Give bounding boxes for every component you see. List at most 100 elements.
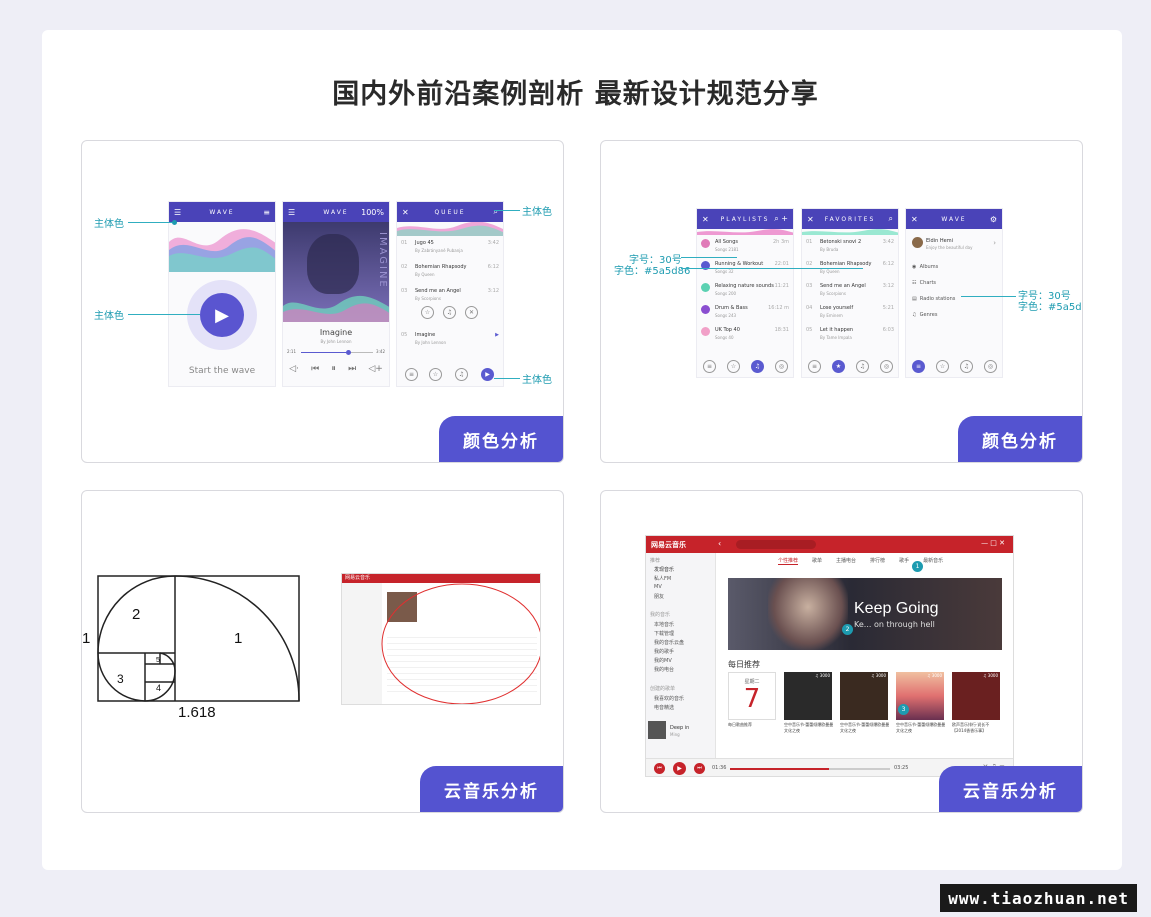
music-analysis-button[interactable]: 云音乐分析: [939, 766, 1082, 812]
sidebar-item-cloud[interactable]: 我的音乐云盘: [654, 639, 684, 646]
sidebar-item-fm[interactable]: 私人FM: [654, 575, 671, 582]
playlist-item[interactable]: UK Top 40 Songs 40 18:31: [701, 325, 789, 343]
card-label: 空中音乐节·蕾蕾倾爆欧曼曼文化之夜: [784, 722, 834, 733]
avatar[interactable]: [912, 237, 923, 248]
annotation-line: [961, 296, 1016, 297]
music-icon[interactable]: ♫: [960, 360, 973, 373]
sidebar-item-local[interactable]: 本地音乐: [654, 621, 674, 628]
menu-radio-stations[interactable]: ▤ Radio stations: [912, 296, 955, 302]
card-color-analysis-1[interactable]: ☰ WAVE ≡ ▶ Start the wave ☰ WAVE 100% IMAGIN…: [81, 140, 564, 463]
volume-icon[interactable]: ◁·: [289, 364, 299, 374]
daily-card[interactable]: 星期二 7: [728, 672, 776, 720]
playlist-item[interactable]: Drum & Bass Songs 243 16:12 m: [701, 303, 789, 321]
star-icon[interactable]: ☆: [727, 360, 740, 373]
prev-button[interactable]: ⏮: [654, 763, 665, 774]
sidebar-item-liked[interactable]: 我喜欢的音乐: [654, 695, 684, 702]
sidebar-item-mv[interactable]: MV: [654, 584, 662, 590]
menu-albums[interactable]: ◉ Albums: [912, 264, 938, 270]
sidebar-item-artists[interactable]: 我的歌手: [654, 648, 674, 655]
queue-item[interactable]: 01 Jugo 45 By Zabrányané Pubanja 3:42: [401, 238, 499, 256]
prev-icon[interactable]: ⏮: [311, 364, 319, 374]
tab-recommended[interactable]: 个性推荐: [778, 557, 799, 565]
list-icon[interactable]: ≡: [703, 360, 716, 373]
list-icon[interactable]: ≡: [912, 360, 925, 373]
list-icon[interactable]: ≡: [405, 368, 418, 381]
next-button[interactable]: ⏭: [694, 763, 705, 774]
playlist-card[interactable]: ♫ 3000: [840, 672, 888, 720]
progress-track[interactable]: [301, 350, 373, 355]
volume-up-icon[interactable]: ◁+: [368, 364, 382, 374]
chart-icon: ☷: [912, 280, 917, 286]
music-analysis-button[interactable]: 云音乐分析: [420, 766, 563, 812]
radio-icon[interactable]: ◎: [984, 360, 997, 373]
play-icon[interactable]: ▶: [481, 368, 494, 381]
music-icon[interactable]: ♫: [856, 360, 869, 373]
annotation-primary-color: 主体色: [522, 375, 552, 386]
fib-label: 5: [156, 657, 160, 664]
menu-genres[interactable]: ♫ Genres: [912, 312, 937, 318]
card-label: 空中音乐节·蕾蕾倾爆欧曼曼文化之夜: [896, 722, 946, 733]
card-color-analysis-2[interactable]: ✕ PLAYLISTS ⌕ + All Songs Songs 2181 2h 3m R…: [600, 140, 1083, 463]
sidebar-item-downloads[interactable]: 下载管理: [654, 630, 674, 637]
chevron-right-icon[interactable]: ›: [993, 239, 996, 247]
tab-playlists[interactable]: 歌单: [812, 557, 822, 565]
menu-charts[interactable]: ☷ Charts: [912, 280, 936, 286]
phone-header: ✕ QUEUE ⌕: [397, 202, 503, 222]
daily-date: 7: [743, 684, 761, 714]
progress-track[interactable]: [730, 768, 890, 770]
tab-new-music[interactable]: 最新音乐: [923, 557, 943, 565]
time-start: 2:11: [287, 349, 296, 354]
close-icon[interactable]: ✕: [465, 306, 478, 319]
music-icon[interactable]: ♫: [751, 360, 764, 373]
back-icon[interactable]: ‹: [718, 539, 721, 548]
brand-logo: 网易云音乐: [651, 541, 686, 549]
banner-subtitle: Ke... on through hell: [854, 620, 935, 629]
radio-icon[interactable]: ◎: [775, 360, 788, 373]
music-icon[interactable]: ♫: [443, 306, 456, 319]
marker-3: 3: [898, 704, 909, 715]
list-icon[interactable]: ≡: [808, 360, 821, 373]
favorite-item[interactable]: 05 Let it happen By Tame Impala 6:03: [806, 325, 894, 343]
sidebar-item-radio[interactable]: 我的电台: [654, 666, 674, 673]
card-music-analysis-1[interactable]: 2 1 1 3 5 4 1.618 网易云音乐 云音乐分析: [81, 490, 564, 813]
playlist-item[interactable]: All Songs Songs 2181 2h 3m: [701, 237, 789, 255]
star-icon[interactable]: ☆: [936, 360, 949, 373]
playlist-card[interactable]: ♫ 3000: [784, 672, 832, 720]
card-label: 空中音乐节·蕾蕾倾爆欧曼曼文化之夜: [840, 722, 890, 733]
card-music-analysis-2[interactable]: 网易云音乐 ‹ — □ ✕ 推荐 发现音乐 私人FM MV 朋友 我的音乐 本地…: [600, 490, 1083, 813]
favorite-item[interactable]: 03 Send me an Angel By Scorpions 3:12: [806, 281, 894, 299]
now-playing-cover[interactable]: [648, 721, 666, 739]
queue-item[interactable]: 02 Bohemian Rhapsody By Queen 6:12: [401, 262, 499, 280]
section-title: 每日推荐: [728, 660, 760, 669]
play-button[interactable]: ▶: [200, 293, 244, 337]
sidebar-item-mymv[interactable]: 我的MV: [654, 657, 672, 664]
queue-item[interactable]: 03 Send me an Angel By Scorpions 3:12: [401, 286, 499, 304]
music-icon[interactable]: ♫: [455, 368, 468, 381]
search-input[interactable]: [736, 540, 816, 549]
tab-artists[interactable]: 歌手: [899, 557, 909, 565]
pause-icon[interactable]: ⏸: [331, 364, 336, 374]
tab-charts[interactable]: 排行榜: [870, 557, 885, 565]
next-icon[interactable]: ⏭: [348, 364, 356, 374]
star-icon[interactable]: ☆: [421, 306, 434, 319]
playlist-card[interactable]: ♫ 3000: [952, 672, 1000, 720]
favorite-item[interactable]: 04 Lose yourself By Eminem 5:21: [806, 303, 894, 321]
window-controls[interactable]: — □ ✕: [981, 539, 1005, 547]
star-icon[interactable]: ☆: [429, 368, 442, 381]
playlist-item[interactable]: Relaxing nature sounds Songs 200 11:21: [701, 281, 789, 299]
banner[interactable]: Keep Going Ke... on through hell: [728, 578, 1002, 650]
sidebar-item-friends[interactable]: 朋友: [654, 593, 664, 600]
tab-radio[interactable]: 主播电台: [836, 557, 856, 565]
color-analysis-button[interactable]: 颜色分析: [439, 416, 563, 462]
play-button[interactable]: ▶: [673, 762, 686, 775]
queue-item[interactable]: 05 Imagine By John Lennon ▶: [401, 330, 499, 348]
favorite-item[interactable]: 01 Betonski snovi 2 By Bruda 3:42: [806, 237, 894, 255]
sidebar-item-discover[interactable]: 发现音乐: [654, 566, 674, 573]
sidebar-section-head: 创建的歌单: [650, 686, 676, 692]
sidebar-item-electronic[interactable]: 电音精选: [654, 704, 674, 711]
now-playing-artist: Ming: [670, 732, 680, 737]
star-icon[interactable]: ★: [832, 360, 845, 373]
radio-icon[interactable]: ◎: [880, 360, 893, 373]
color-analysis-button[interactable]: 颜色分析: [958, 416, 1082, 462]
phone-playlists: ✕ PLAYLISTS ⌕ + All Songs Songs 2181 2h 3m R…: [696, 208, 794, 378]
